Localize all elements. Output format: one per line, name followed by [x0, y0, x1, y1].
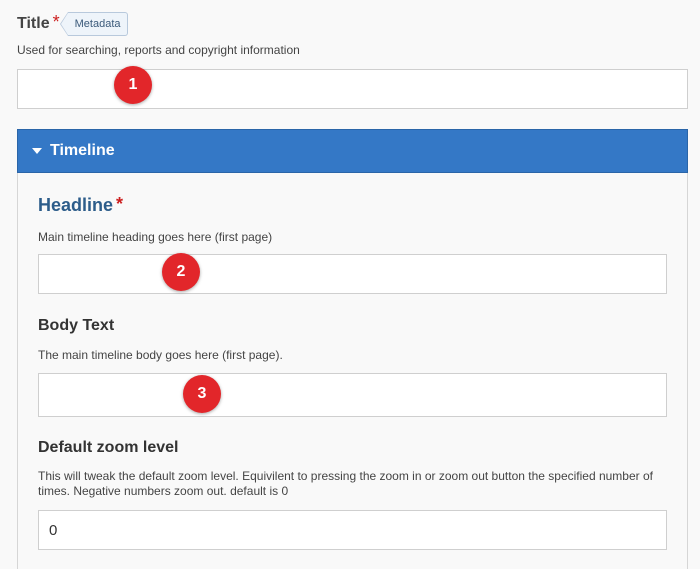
body-text-label: Body Text — [38, 317, 115, 334]
marker-3: 3 — [183, 375, 221, 413]
marker-1: 1 — [114, 66, 152, 104]
body-text-description: The main timeline body goes here (first … — [38, 348, 283, 362]
headline-input[interactable] — [38, 254, 667, 294]
section-title: Timeline — [50, 142, 115, 159]
required-asterisk: * — [52, 12, 60, 32]
headline-field-header: Headline * — [38, 195, 123, 216]
body-text-input[interactable] — [38, 373, 667, 417]
title-field-header: Title * Metadata — [17, 12, 128, 36]
marker-2: 2 — [162, 253, 200, 291]
headline-label: Headline — [38, 195, 114, 215]
timeline-section-header[interactable]: Timeline — [17, 129, 688, 173]
zoom-input[interactable] — [38, 510, 667, 550]
required-asterisk: * — [116, 193, 124, 214]
headline-description: Main timeline heading goes here (first p… — [38, 230, 273, 244]
caret-down-icon — [32, 148, 42, 154]
zoom-description: This will tweak the default zoom level. … — [38, 469, 653, 498]
zoom-label: Default zoom level — [38, 439, 179, 456]
title-label: Title — [17, 15, 50, 32]
metadata-tag: Metadata — [59, 12, 128, 36]
title-description: Used for searching, reports and copyrigh… — [17, 43, 300, 57]
